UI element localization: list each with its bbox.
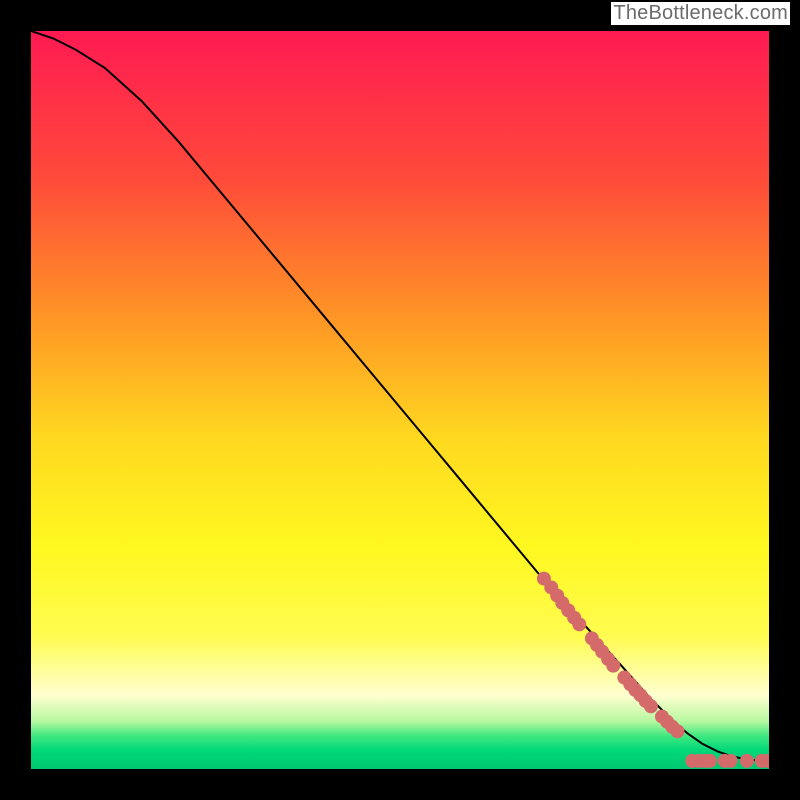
data-point: [606, 659, 620, 673]
data-point: [572, 617, 586, 631]
chart-svg: [31, 31, 769, 769]
data-point: [703, 754, 717, 768]
data-point: [670, 724, 684, 738]
plot-area: [31, 31, 769, 769]
chart-frame: TheBottleneck.com: [0, 0, 800, 800]
data-point: [740, 754, 754, 768]
gradient-background: [31, 31, 769, 769]
attribution-label: TheBottleneck.com: [611, 2, 790, 25]
data-point: [644, 699, 658, 713]
data-point: [724, 754, 738, 768]
